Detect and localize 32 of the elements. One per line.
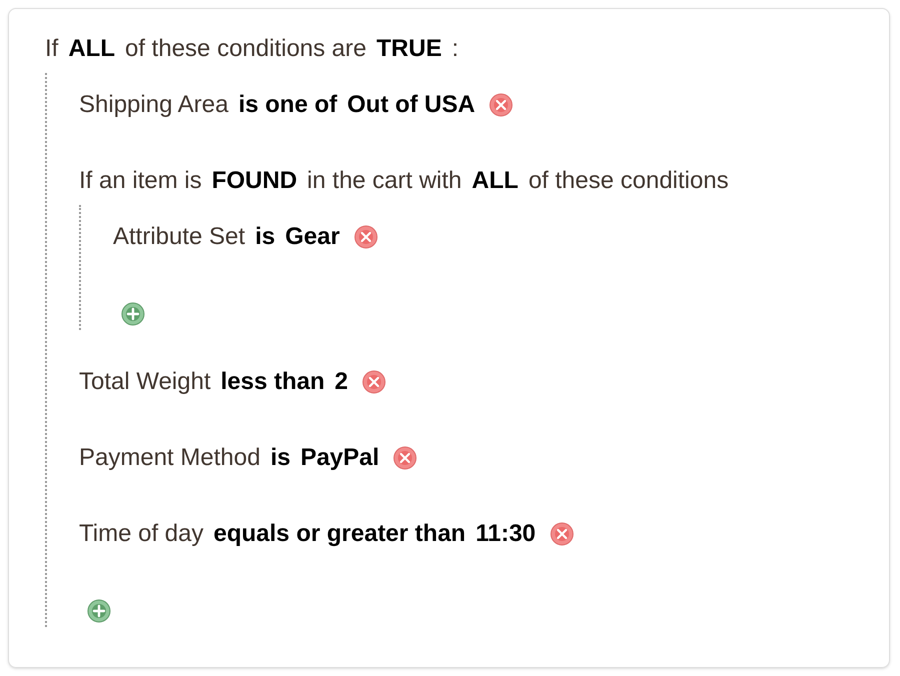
- condition-value-link[interactable]: TRUE: [376, 31, 442, 67]
- condition-label: Attribute Set: [113, 222, 246, 252]
- condition-value-link[interactable]: PayPal: [300, 440, 380, 476]
- remove-icon[interactable]: [550, 522, 574, 546]
- condition-label: Time of day: [79, 519, 204, 549]
- condition-value-link[interactable]: ALL: [472, 163, 518, 199]
- condition-value-link[interactable]: equals or greater than: [214, 516, 466, 552]
- condition-value-link[interactable]: less than: [220, 364, 325, 400]
- remove-icon[interactable]: [393, 446, 418, 470]
- condition-value-link[interactable]: is: [255, 219, 276, 255]
- condition-value-link[interactable]: FOUND: [212, 163, 298, 199]
- condition-label: If an item is: [79, 166, 202, 196]
- condition-value-link[interactable]: Gear: [285, 219, 340, 255]
- condition-label: of these conditions are: [125, 34, 366, 64]
- condition-label: Payment Method: [79, 443, 260, 473]
- remove-icon[interactable]: [354, 225, 378, 249]
- condition-label: Total Weight: [79, 367, 211, 397]
- condition-value-link[interactable]: Out of USA: [347, 87, 476, 123]
- add-icon[interactable]: [121, 302, 145, 326]
- add-icon[interactable]: [87, 599, 111, 623]
- condition-value-link[interactable]: ALL: [68, 31, 115, 67]
- condition-label: of these conditions: [528, 166, 729, 196]
- condition-value-link[interactable]: is one of: [238, 87, 338, 123]
- condition-label: If: [45, 34, 58, 64]
- condition-label: in the cart with: [307, 166, 462, 196]
- condition-value-link[interactable]: is: [270, 440, 290, 476]
- remove-icon[interactable]: [489, 93, 514, 117]
- remove-icon[interactable]: [362, 370, 386, 394]
- condition-value-link[interactable]: 2: [334, 364, 348, 400]
- condition-label: :: [452, 34, 459, 64]
- condition-value-link[interactable]: 11:30: [476, 516, 536, 552]
- condition-label: Shipping Area: [79, 90, 228, 120]
